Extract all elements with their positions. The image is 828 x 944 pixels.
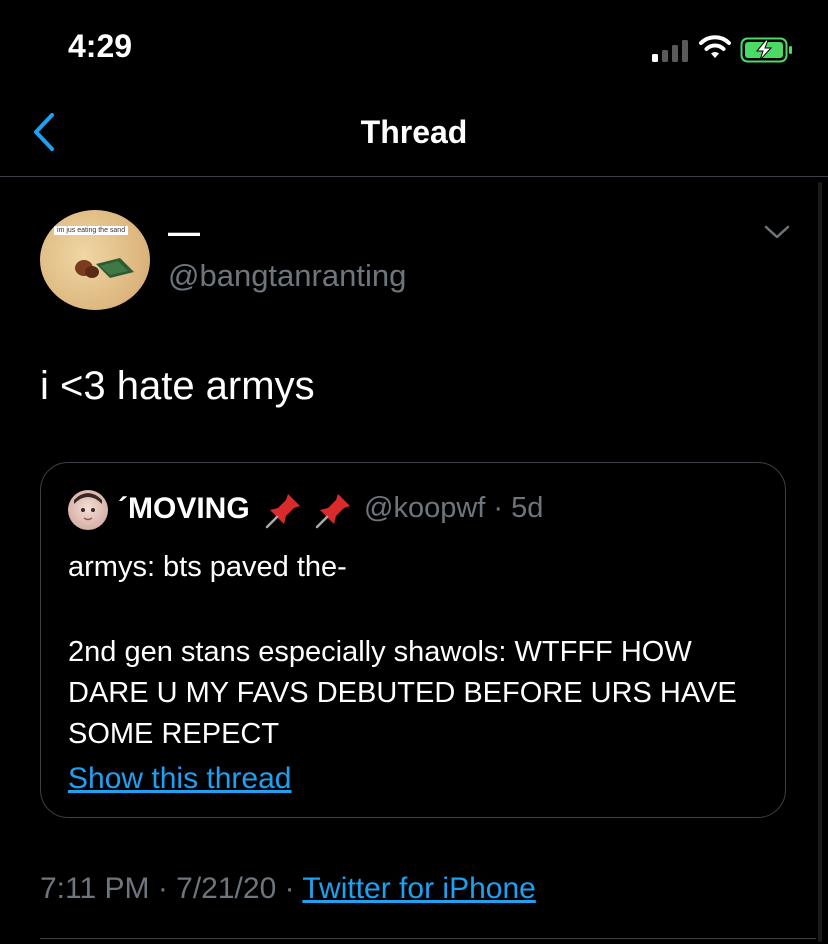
quote-avatar[interactable] bbox=[68, 490, 108, 530]
wifi-icon bbox=[699, 35, 731, 58]
tweet-text: i <3 hate armys bbox=[40, 364, 315, 408]
avatar[interactable]: im jus eating the sand bbox=[40, 210, 150, 310]
page-title: Thread bbox=[360, 114, 468, 150]
show-thread-link[interactable]: Show this thread bbox=[68, 762, 291, 796]
display-name[interactable]: — bbox=[168, 214, 200, 251]
quote-display-name[interactable]: ´MOVING bbox=[118, 492, 250, 526]
tweet-timestamp: 7:11 PM · 7/21/20 · bbox=[40, 872, 303, 905]
quote-text-paragraph: 2nd gen stans especially shawols: WTFFF … bbox=[68, 636, 737, 750]
quote-text-line: armys: bts paved the- bbox=[68, 551, 347, 583]
battery-charging-icon bbox=[740, 37, 792, 63]
pushpin-icon bbox=[315, 494, 350, 529]
quote-handle-and-age: @koopwf · 5d bbox=[364, 492, 544, 524]
tweet-source-link[interactable]: Twitter for iPhone bbox=[302, 872, 535, 905]
quote-avatar-face-icon bbox=[74, 493, 102, 521]
nav-divider bbox=[0, 176, 828, 177]
scrollbar[interactable] bbox=[818, 182, 822, 942]
pushpin-icon bbox=[265, 494, 300, 529]
footer-divider bbox=[40, 938, 816, 939]
cellular-signal-icon bbox=[652, 38, 688, 62]
user-handle[interactable]: @bangtanranting bbox=[168, 258, 406, 294]
avatar-figure-icon bbox=[75, 258, 134, 278]
status-time: 4:29 bbox=[68, 28, 133, 64]
avatar-caption: im jus eating the sand bbox=[54, 226, 129, 235]
chevron-down-icon[interactable] bbox=[762, 222, 792, 242]
tweet-metadata: 7:11 PM · 7/21/20 · Twitter for iPhone bbox=[40, 872, 536, 906]
